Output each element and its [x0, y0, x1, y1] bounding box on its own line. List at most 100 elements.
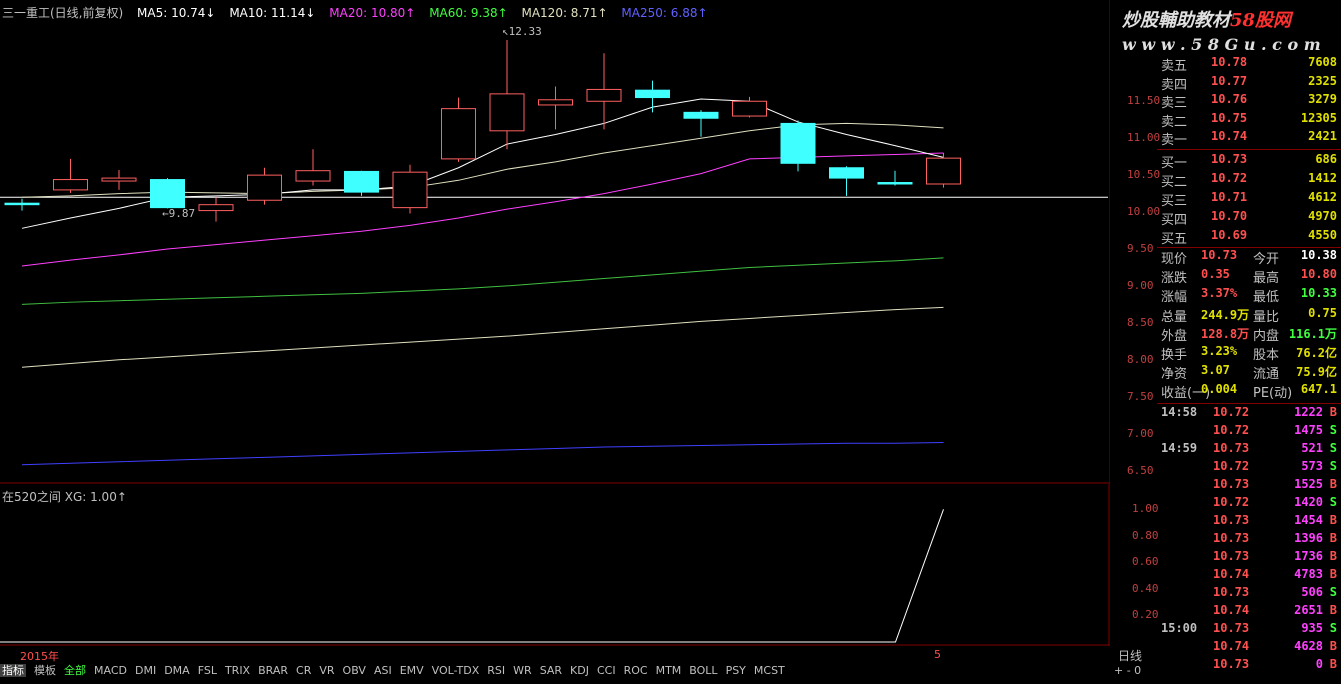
ma10-label: MA10: 11.14↓ [229, 6, 316, 20]
order-price: 10.75 [1211, 110, 1248, 125]
date-tick: 5 [934, 648, 941, 661]
indicator-tab[interactable]: MCST [754, 664, 785, 677]
quote-value-2: 647.1 [1300, 382, 1337, 397]
candle[interactable] [344, 170, 379, 196]
indicator-tab[interactable]: TRIX [225, 664, 250, 677]
tick-row: 10.73 1525 B [1157, 477, 1341, 495]
indicator-tab[interactable]: 模板 [34, 664, 56, 677]
order-level: 买四 [1161, 213, 1188, 228]
indicator-tab[interactable]: VOL-TDX [432, 664, 480, 677]
date-row: 2015年 5 [0, 647, 1110, 663]
quote-row: 收益(一) 0.004 PE(动) 647.1 [1157, 382, 1341, 401]
tick-volume: 935 [1301, 621, 1323, 635]
zoom-controls[interactable]: + - 0 [1114, 664, 1141, 677]
tick-side: B [1329, 567, 1337, 581]
tick-side: B [1329, 513, 1337, 527]
tick-price: 10.72 [1213, 459, 1250, 473]
low-annotation: ←9.87 [162, 207, 196, 220]
candle-body [635, 89, 670, 99]
order-price: 10.69 [1211, 228, 1248, 242]
indicator-tab[interactable]: KDJ [570, 664, 589, 677]
indicator-tab[interactable]: CR [296, 664, 311, 677]
indicator-chart[interactable] [0, 484, 1110, 646]
price-tick-label: 9.50 [1127, 242, 1154, 255]
order-level: 卖三 [1161, 96, 1188, 111]
indicator-tab[interactable]: EMV [400, 664, 424, 677]
indicator-tab[interactable]: WR [513, 664, 532, 677]
tick-side: S [1329, 459, 1337, 473]
indicator-tab[interactable]: PSY [726, 664, 746, 677]
price-tick-label: 9.00 [1127, 278, 1154, 292]
quote-label: 总量 [1161, 309, 1188, 325]
candle-body [344, 170, 379, 193]
ma5-label: MA5: 10.74↓ [137, 6, 216, 20]
tick-price: 10.73 [1213, 513, 1250, 527]
order-price: 10.77 [1211, 73, 1248, 88]
candle-body [829, 167, 864, 179]
indicator-tab[interactable]: VR [319, 664, 334, 677]
candle[interactable] [392, 164, 428, 214]
order-volume: 3279 [1308, 92, 1337, 106]
period-label[interactable]: 日线 [1118, 647, 1142, 664]
order-volume: 4970 [1308, 209, 1337, 223]
main-chart[interactable] [0, 0, 1110, 484]
indicator-tab-bar: 指标 模板 全部 MACD DMI DMA FSL TRIX BRAR CR VR OBV ASI EMV… [0, 662, 1110, 680]
tick-row: 10.72 573 S [1157, 459, 1341, 477]
candle-body [780, 122, 816, 164]
order-volume: 4550 [1308, 228, 1337, 242]
quote-row: 换手 3.23% 股本 76.2亿 [1157, 344, 1341, 363]
candle[interactable] [926, 152, 961, 188]
indicator-tab[interactable]: 全部 [64, 664, 86, 677]
indicator-tab[interactable]: MTM [656, 664, 682, 677]
indicator-label: 在520之间 [2, 490, 61, 504]
quote-label-2: PE(动) [1253, 386, 1293, 402]
candle-body [683, 111, 719, 119]
tick-side: S [1329, 423, 1337, 437]
indicator-tab[interactable]: ASI [374, 664, 392, 677]
price-tick-label: 10.50 [1127, 168, 1161, 182]
candle[interactable] [150, 178, 185, 209]
tick-price: 10.73 [1213, 477, 1250, 491]
indicator-tab[interactable]: SAR [540, 664, 562, 677]
tick-volume: 1396 [1294, 531, 1323, 545]
tick-price: 10.73 [1213, 621, 1250, 635]
high-annotation: ↖12.33 [502, 25, 542, 38]
candle-body [101, 177, 137, 182]
indicator-tab[interactable]: DMA [164, 664, 190, 677]
quote-value: 10.73 [1201, 248, 1238, 262]
tick-time: 14:58 [1161, 405, 1198, 419]
order-book-row: 卖五 10.78 7608 [1157, 55, 1341, 74]
panel-divider [1157, 403, 1341, 404]
indicator-tab[interactable]: BOLL [689, 664, 717, 677]
candle[interactable] [780, 120, 816, 172]
indicator-tab[interactable]: FSL [198, 664, 217, 677]
order-volume: 2421 [1308, 129, 1337, 143]
quote-label-2: 今开 [1253, 252, 1280, 267]
quote-row: 涨幅 3.37% 最低 10.33 [1157, 286, 1341, 305]
tick-volume: 1222 [1294, 405, 1323, 419]
indicator-tab[interactable]: RSI [487, 664, 505, 677]
quote-value-2: 75.9亿 [1296, 365, 1337, 380]
candle-body [4, 202, 40, 206]
order-price: 10.74 [1211, 129, 1248, 143]
quote-row: 涨跌 0.35 最高 10.80 [1157, 267, 1341, 286]
indicator-tab[interactable]: DMI [135, 664, 156, 677]
candle-body [392, 171, 428, 209]
indicator-tab[interactable]: MACD [94, 664, 127, 677]
indicator-tab[interactable]: OBV [343, 664, 366, 677]
candle-body [150, 179, 185, 209]
quote-label-2: 最低 [1253, 290, 1280, 306]
tick-side: S [1329, 585, 1337, 599]
indicator-tick-label: 0.40 [1132, 581, 1159, 595]
indicator-tab[interactable]: 指标 [0, 664, 26, 677]
tick-side: S [1329, 495, 1337, 509]
indicator-legend: 在520之间 XG: 1.00↑ [2, 488, 127, 505]
indicator-tab[interactable]: BRAR [258, 664, 288, 677]
tick-row: 10.74 4628 B [1157, 639, 1341, 657]
quote-label: 涨跌 [1161, 271, 1188, 287]
tick-time: 15:00 [1161, 621, 1198, 635]
indicator-tab[interactable]: ROC [624, 664, 648, 677]
indicator-tab[interactable]: CCI [597, 664, 616, 677]
tick-side: B [1329, 639, 1337, 653]
tick-price: 10.72 [1213, 423, 1250, 437]
